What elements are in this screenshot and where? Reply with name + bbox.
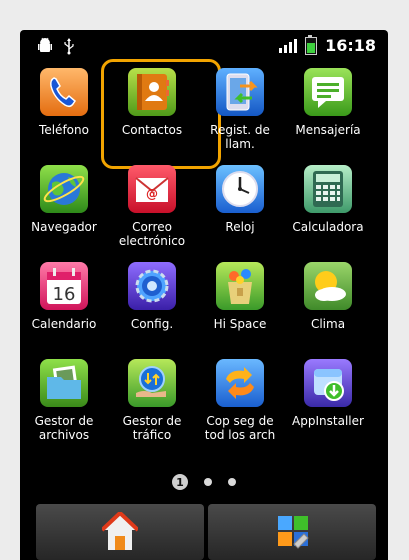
app-correo[interactable]: @ Correo electrónico [108,165,196,248]
traffic-manager-icon [128,359,176,407]
app-label: Gestor de tráfico [122,414,182,442]
app-gestor-archivos[interactable]: Gestor de archivos [20,359,108,442]
browser-globe-icon [40,165,88,213]
calendar-day-number: 16 [53,284,76,305]
backup-icon [216,359,264,407]
page-indicator: 1 [20,472,388,492]
app-appinstaller[interactable]: AppInstaller [284,359,372,428]
app-label: Correo electrónico [118,220,186,248]
app-registro-llamadas[interactable]: Regist. de llam. [196,68,284,151]
app-label: Teléfono [39,123,89,137]
app-copia-seguridad[interactable]: Cop seg de tod los arch [196,359,284,442]
settings-gear-icon [128,262,176,310]
app-installer-icon [304,359,352,407]
app-config[interactable]: Config. [108,262,196,331]
app-label: Clima [310,317,346,331]
app-mensajeria[interactable]: Mensajería [284,68,372,137]
svg-text:@: @ [146,187,158,201]
customize-button[interactable] [208,504,376,560]
app-label: Contactos [121,123,183,137]
messaging-icon [304,68,352,116]
calendar-icon: 16 [40,262,88,310]
app-gestor-trafico[interactable]: Gestor de tráfico [108,359,196,442]
phone-icon [40,68,88,116]
home-icon [102,512,138,550]
page-dot[interactable] [204,478,212,486]
app-navegador[interactable]: Navegador [20,165,108,234]
app-label: Calculadora [292,220,364,234]
clock-icon [216,165,264,213]
page-dot-current[interactable]: 1 [172,474,188,490]
app-label: Calendario [31,317,97,331]
app-label: Navegador [31,220,97,234]
android-debug-icon [38,37,52,52]
app-clima[interactable]: Clima [284,262,372,331]
usb-icon [64,38,74,55]
app-telefono[interactable]: Teléfono [20,68,108,137]
widgets-icon [278,516,309,549]
app-contactos[interactable]: Contactos [108,68,196,137]
app-label: Cop seg de tod los arch [204,414,276,442]
app-label: Mensajería [295,123,361,137]
dock [20,504,388,560]
status-clock: 16:18 [325,36,376,55]
weather-icon [304,262,352,310]
app-label: Reloj [225,220,255,234]
app-label: Gestor de archivos [34,414,94,442]
app-label: Config. [130,317,174,331]
app-label: Regist. de llam. [210,123,270,151]
phone-screen: 16:18 Teléfono Contactos Regist. de llam… [20,30,388,560]
hi-space-icon [216,262,264,310]
home-button[interactable] [36,504,204,560]
app-hi-space[interactable]: Hi Space [196,262,284,331]
contacts-icon [128,68,176,116]
app-calculadora[interactable]: Calculadora [284,165,372,234]
app-label: AppInstaller [292,414,364,428]
app-reloj[interactable]: Reloj [196,165,284,234]
email-icon: @ [128,165,176,213]
calculator-icon [304,165,352,213]
battery-icon [305,34,318,55]
call-log-icon [216,68,264,116]
page-dot[interactable] [228,478,236,486]
app-label: Hi Space [213,317,267,331]
file-manager-icon [40,359,88,407]
app-calendario[interactable]: 16 Calendario [20,262,108,331]
signal-strength-icon [279,38,298,53]
